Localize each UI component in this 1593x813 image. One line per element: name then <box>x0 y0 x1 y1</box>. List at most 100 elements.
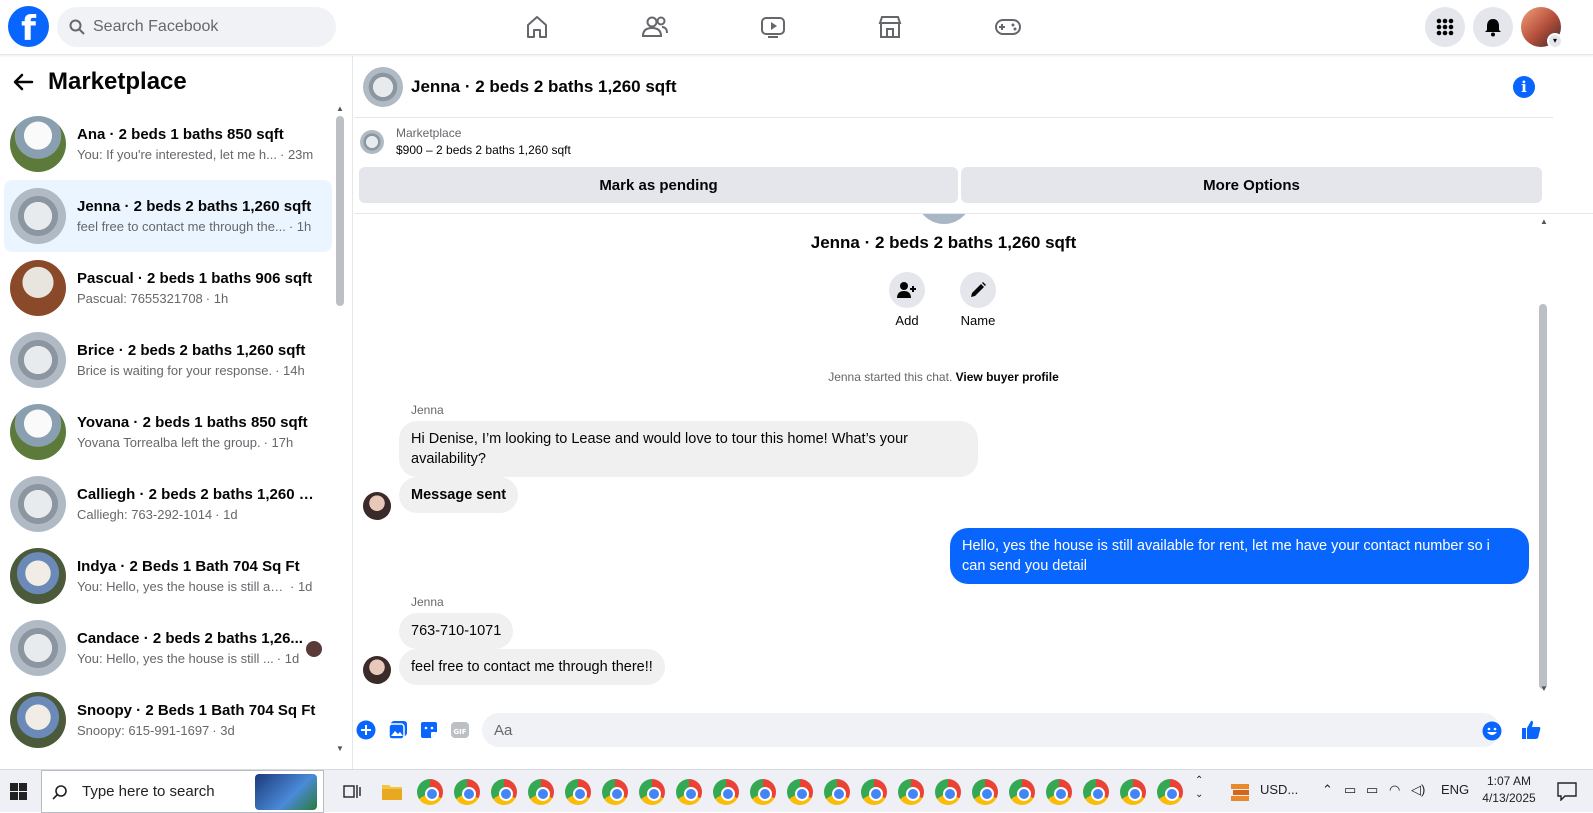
chrome-taskbar-icon[interactable] <box>491 779 517 805</box>
conversation-time: · 1d <box>290 579 313 594</box>
taskbar-clock[interactable]: 1:07 AM 4/13/2025 <box>1474 773 1544 807</box>
chevron-down-icon[interactable]: ▾ <box>1547 33 1563 49</box>
top-navigation-bar: f ▾ <box>0 0 1593 55</box>
message-bubble-outgoing[interactable]: Hello, yes the house is still available … <box>950 528 1529 584</box>
scroll-up-arrow[interactable]: ▲ <box>1540 217 1548 226</box>
friends-icon[interactable] <box>638 10 672 44</box>
add-button[interactable]: Add <box>877 272 937 328</box>
currency-widget-icon[interactable] <box>1229 780 1251 802</box>
facebook-logo[interactable]: f <box>8 6 49 47</box>
conversation-list: Ana · 2 beds 1 baths 850 sqft You: If yo… <box>0 108 336 756</box>
taskbar-overflow-chevrons[interactable]: ⌃ ⌄ <box>1195 774 1203 802</box>
language-indicator[interactable]: ENG <box>1441 782 1469 797</box>
message-bubble-incoming[interactable]: feel free to contact me through there!! <box>399 649 665 685</box>
windows-start-icon[interactable] <box>10 783 27 800</box>
chrome-taskbar-icon[interactable] <box>972 779 998 805</box>
back-arrow-icon[interactable] <box>12 71 34 93</box>
gif-icon[interactable]: GIF <box>450 720 470 740</box>
conversation-snippet: Pascual: 7655321708 <box>77 291 203 306</box>
conversation-time: · 14h <box>275 363 305 378</box>
chrome-taskbar-icon[interactable] <box>1009 779 1035 805</box>
plus-icon[interactable] <box>356 720 376 740</box>
show-hidden-icons-icon[interactable]: ⌃ <box>1322 782 1333 798</box>
message-bubble-incoming[interactable]: Message sent <box>399 477 519 513</box>
notifications-center-icon[interactable] <box>1557 782 1577 801</box>
conversation-item[interactable]: Calliegh · 2 beds 2 baths 1,260 s... Cal… <box>4 468 332 540</box>
photo-icon[interactable] <box>388 720 408 740</box>
listing-summary[interactable]: Marketplace $900 – 2 beds 2 baths 1,260 … <box>360 126 571 157</box>
notifications-bell-icon[interactable] <box>1473 7 1513 47</box>
marketplace-icon[interactable] <box>873 10 907 44</box>
volume-icon[interactable]: ◁) <box>1411 782 1425 798</box>
meet-now-icon[interactable]: ▭ <box>1344 782 1356 798</box>
sidebar-scrollbar[interactable] <box>336 116 344 306</box>
home-icon[interactable] <box>520 10 554 44</box>
menu-grid-icon[interactable] <box>1425 7 1465 47</box>
scroll-up-arrow[interactable]: ▲ <box>336 104 344 113</box>
message-input[interactable] <box>482 713 1500 747</box>
profile-avatar[interactable]: ▾ <box>1521 7 1563 49</box>
search-input[interactable] <box>93 18 313 36</box>
thumbs-up-icon[interactable] <box>1520 719 1542 741</box>
chrome-taskbar-icon[interactable] <box>639 779 665 805</box>
more-options-button[interactable]: More Options <box>961 167 1542 203</box>
chrome-taskbar-icon[interactable] <box>787 779 813 805</box>
chrome-taskbar-icon[interactable] <box>1120 779 1146 805</box>
task-view-icon[interactable] <box>343 783 361 800</box>
conversation-time: · 1h <box>205 291 229 306</box>
search-box[interactable] <box>57 7 336 47</box>
chat-avatar[interactable] <box>363 66 403 107</box>
search-icon <box>69 19 85 35</box>
currency-widget-text[interactable]: USD... <box>1260 782 1298 797</box>
chrome-taskbar-icon[interactable] <box>861 779 887 805</box>
conversation-item[interactable]: Yovana · 2 beds 1 baths 850 sqft Yovana … <box>4 396 332 468</box>
chrome-taskbar-icon[interactable] <box>602 779 628 805</box>
chrome-taskbar-icon[interactable] <box>417 779 443 805</box>
chrome-taskbar-icon[interactable] <box>528 779 554 805</box>
message-bubble-incoming[interactable]: Hi Denise, I’m looking to Lease and woul… <box>399 421 978 477</box>
view-buyer-profile-link[interactable]: View buyer profile <box>956 370 1059 384</box>
listing-thumbnail <box>10 332 66 388</box>
wifi-icon[interactable]: ◠ <box>1389 782 1400 798</box>
scroll-down-arrow[interactable]: ▼ <box>336 744 344 753</box>
conversation-item-active[interactable]: Jenna · 2 beds 2 baths 1,260 sqft feel f… <box>4 180 332 252</box>
name-button[interactable]: Name <box>948 272 1008 328</box>
video-icon[interactable] <box>756 10 790 44</box>
chrome-taskbar-icon[interactable] <box>1083 779 1109 805</box>
sticker-icon[interactable] <box>419 720 439 740</box>
chrome-taskbar-icon[interactable] <box>1157 779 1183 805</box>
emoji-icon[interactable] <box>1482 721 1502 741</box>
conversation-item[interactable]: Ana · 2 beds 1 baths 850 sqft You: If yo… <box>4 108 332 180</box>
scroll-down-arrow[interactable]: ▼ <box>1540 684 1548 693</box>
message-bubble-incoming[interactable]: 763-710-1071 <box>399 613 514 649</box>
conversation-time: · 3d <box>212 723 235 738</box>
mark-as-pending-button[interactable]: Mark as pending <box>359 167 958 203</box>
conversation-item[interactable]: Brice · 2 beds 2 baths 1,260 sqft Brice … <box>4 324 332 396</box>
conversation-item[interactable]: Indya · 2 Beds 1 Bath 704 Sq Ft You: Hel… <box>4 540 332 612</box>
conversation-snippet: Brice is waiting for your response. <box>77 363 273 378</box>
conversation-item[interactable]: Pascual · 2 beds 1 baths 906 sqft Pascua… <box>4 252 332 324</box>
chrome-taskbar-icon[interactable] <box>1046 779 1072 805</box>
chrome-taskbar-icon[interactable] <box>454 779 480 805</box>
info-icon[interactable]: i <box>1513 76 1535 98</box>
sender-avatar[interactable] <box>363 656 391 684</box>
chrome-taskbar-icon[interactable] <box>824 779 850 805</box>
listing-label: Marketplace <box>396 126 462 140</box>
chrome-taskbar-icon[interactable] <box>565 779 591 805</box>
chrome-taskbar-icon[interactable] <box>676 779 702 805</box>
gaming-icon[interactable] <box>991 10 1025 44</box>
conversation-item[interactable]: Candace · 2 beds 2 baths 1,26... You: He… <box>4 612 332 684</box>
chrome-taskbar-icon[interactable] <box>898 779 924 805</box>
chat-title[interactable]: Jenna · 2 beds 2 baths 1,260 sqft <box>411 77 676 97</box>
listing-price: $900 – 2 beds 2 baths 1,260 sqft <box>396 143 571 157</box>
file-explorer-icon[interactable] <box>381 782 403 801</box>
chrome-taskbar-icon[interactable] <box>750 779 776 805</box>
thread-scrollbar[interactable] <box>1539 304 1547 689</box>
sender-avatar[interactable] <box>363 492 391 520</box>
chrome-taskbar-icon[interactable] <box>713 779 739 805</box>
conversation-item[interactable]: Snoopy · 2 Beds 1 Bath 704 Sq Ft Snoopy:… <box>4 684 332 756</box>
conversation-title: Calliegh · 2 beds 2 baths 1,260 s... <box>77 486 317 503</box>
chrome-taskbar-icon[interactable] <box>935 779 961 805</box>
battery-icon[interactable]: ▭ <box>1366 782 1378 798</box>
taskbar-search-box[interactable]: Type here to search <box>41 770 324 813</box>
